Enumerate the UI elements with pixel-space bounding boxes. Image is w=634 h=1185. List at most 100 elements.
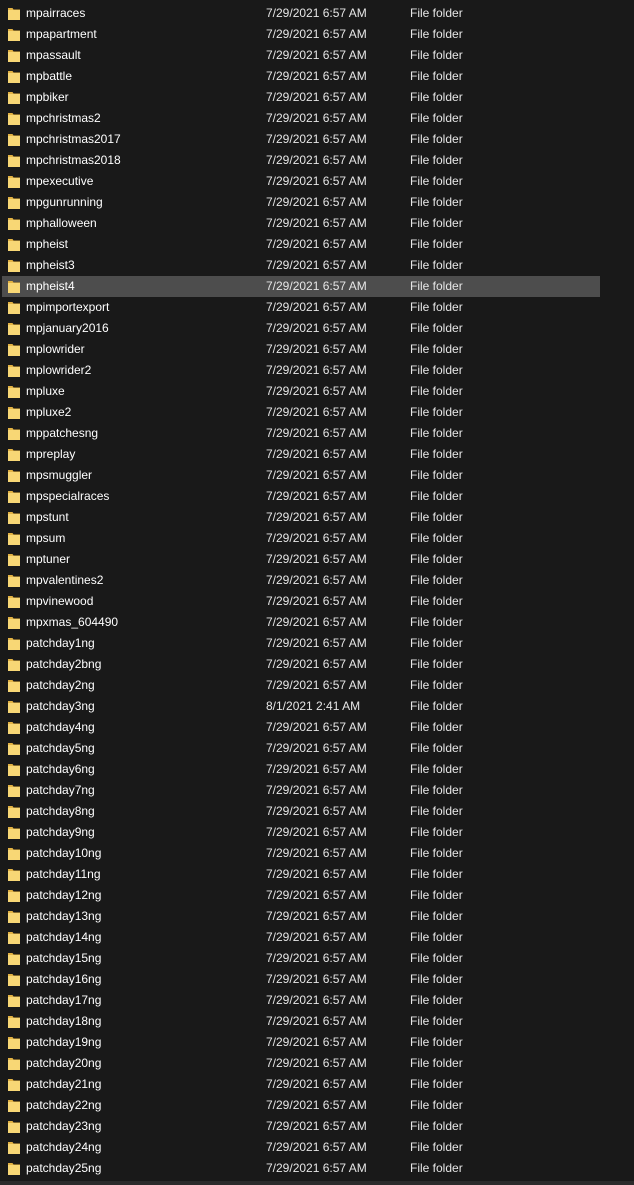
folder-icon — [8, 638, 20, 650]
file-row[interactable]: patchday19ng 7/29/2021 6:57 AM File fold… — [0, 1032, 634, 1053]
file-row[interactable]: mpapartment 7/29/2021 6:57 AM File folde… — [0, 24, 634, 45]
file-row[interactable]: mplowrider 7/29/2021 6:57 AM File folder — [0, 339, 634, 360]
folder-icon — [8, 1016, 20, 1028]
folder-icon — [8, 932, 20, 944]
folder-icon — [8, 1100, 20, 1112]
file-name: mpheist3 — [26, 258, 75, 272]
file-type: File folder — [410, 132, 463, 146]
file-row[interactable]: patchday25ng 7/29/2021 6:57 AM File fold… — [0, 1158, 634, 1179]
file-row[interactable]: patchday13ng 7/29/2021 6:57 AM File fold… — [0, 906, 634, 927]
file-date-modified: 7/29/2021 6:57 AM — [266, 1056, 367, 1070]
file-row[interactable]: patchday11ng 7/29/2021 6:57 AM File fold… — [0, 864, 634, 885]
file-type: File folder — [410, 1035, 463, 1049]
file-row[interactable]: mpluxe 7/29/2021 6:57 AM File folder — [0, 381, 634, 402]
file-row[interactable]: patchday10ng 7/29/2021 6:57 AM File fold… — [0, 843, 634, 864]
file-row[interactable]: mpspecialraces 7/29/2021 6:57 AM File fo… — [0, 486, 634, 507]
folder-icon — [8, 491, 20, 503]
file-row[interactable]: mpheist3 7/29/2021 6:57 AM File folder — [0, 255, 634, 276]
file-row[interactable]: mpsum 7/29/2021 6:57 AM File folder — [0, 528, 634, 549]
file-row[interactable]: patchday15ng 7/29/2021 6:57 AM File fold… — [0, 948, 634, 969]
file-row[interactable]: patchday7ng 7/29/2021 6:57 AM File folde… — [0, 780, 634, 801]
file-row[interactable]: mpbiker 7/29/2021 6:57 AM File folder — [0, 87, 634, 108]
file-row[interactable]: patchday17ng 7/29/2021 6:57 AM File fold… — [0, 990, 634, 1011]
file-date-modified: 7/29/2021 6:57 AM — [266, 342, 367, 356]
file-row[interactable]: mpvinewood 7/29/2021 6:57 AM File folder — [0, 591, 634, 612]
file-row[interactable]: patchday2ng 7/29/2021 6:57 AM File folde… — [0, 675, 634, 696]
file-row[interactable]: mpchristmas2017 7/29/2021 6:57 AM File f… — [0, 129, 634, 150]
file-row[interactable]: patchday6ng 7/29/2021 6:57 AM File folde… — [0, 759, 634, 780]
file-type: File folder — [410, 468, 463, 482]
file-row[interactable]: patchday1ng 7/29/2021 6:57 AM File folde… — [0, 633, 634, 654]
file-row[interactable]: mpchristmas2 7/29/2021 6:57 AM File fold… — [0, 108, 634, 129]
file-name: mpspecialraces — [26, 489, 110, 503]
file-row[interactable]: mpairraces 7/29/2021 6:57 AM File folder — [0, 3, 634, 24]
file-row[interactable]: mpreplay 7/29/2021 6:57 AM File folder — [0, 444, 634, 465]
file-row[interactable]: mpstunt 7/29/2021 6:57 AM File folder — [0, 507, 634, 528]
file-type: File folder — [410, 657, 463, 671]
file-row[interactable]: mpluxe2 7/29/2021 6:57 AM File folder — [0, 402, 634, 423]
file-row[interactable]: patchday12ng 7/29/2021 6:57 AM File fold… — [0, 885, 634, 906]
file-row[interactable]: mpbattle 7/29/2021 6:57 AM File folder — [0, 66, 634, 87]
file-row[interactable]: mpvalentines2 7/29/2021 6:57 AM File fol… — [0, 570, 634, 591]
file-row[interactable]: mphalloween 7/29/2021 6:57 AM File folde… — [0, 213, 634, 234]
file-type: File folder — [410, 216, 463, 230]
file-row[interactable]: mppatchesng 7/29/2021 6:57 AM File folde… — [0, 423, 634, 444]
file-date-modified: 7/29/2021 6:57 AM — [266, 69, 367, 83]
folder-icon — [8, 659, 20, 671]
folder-icon — [8, 554, 20, 566]
file-type: File folder — [410, 720, 463, 734]
file-row-selected[interactable]: mpheist4 7/29/2021 6:57 AM File folder — [0, 276, 634, 297]
file-row[interactable]: mplowrider2 7/29/2021 6:57 AM File folde… — [0, 360, 634, 381]
folder-icon — [8, 281, 20, 293]
folder-icon — [8, 596, 20, 608]
file-type: File folder — [410, 447, 463, 461]
file-row[interactable]: mpheist 7/29/2021 6:57 AM File folder — [0, 234, 634, 255]
file-date-modified: 7/29/2021 6:57 AM — [266, 153, 367, 167]
file-row[interactable]: patchday21ng 7/29/2021 6:57 AM File fold… — [0, 1074, 634, 1095]
file-type: File folder — [410, 111, 463, 125]
file-row[interactable]: mpchristmas2018 7/29/2021 6:57 AM File f… — [0, 150, 634, 171]
folder-icon — [8, 890, 20, 902]
file-row[interactable]: mpxmas_604490 7/29/2021 6:57 AM File fol… — [0, 612, 634, 633]
file-row[interactable]: patchday22ng 7/29/2021 6:57 AM File fold… — [0, 1095, 634, 1116]
folder-icon — [8, 806, 20, 818]
file-row[interactable]: patchday20ng 7/29/2021 6:57 AM File fold… — [0, 1053, 634, 1074]
file-row[interactable]: patchday24ng 7/29/2021 6:57 AM File fold… — [0, 1137, 634, 1158]
file-date-modified: 7/29/2021 6:57 AM — [266, 6, 367, 20]
file-name: patchday13ng — [26, 909, 102, 923]
file-row[interactable]: patchday4ng 7/29/2021 6:57 AM File folde… — [0, 717, 634, 738]
file-row[interactable]: mpimportexport 7/29/2021 6:57 AM File fo… — [0, 297, 634, 318]
file-type: File folder — [410, 699, 463, 713]
file-row[interactable]: mpexecutive 7/29/2021 6:57 AM File folde… — [0, 171, 634, 192]
file-row[interactable]: patchday23ng 7/29/2021 6:57 AM File fold… — [0, 1116, 634, 1137]
file-row[interactable]: mpjanuary2016 7/29/2021 6:57 AM File fol… — [0, 318, 634, 339]
folder-icon — [8, 785, 20, 797]
folder-icon — [8, 869, 20, 881]
file-date-modified: 7/29/2021 6:57 AM — [266, 27, 367, 41]
file-row[interactable]: patchday8ng 7/29/2021 6:57 AM File folde… — [0, 801, 634, 822]
file-type: File folder — [410, 300, 463, 314]
file-name: patchday10ng — [26, 846, 102, 860]
file-name: mpvinewood — [26, 594, 94, 608]
folder-icon — [8, 197, 20, 209]
file-row[interactable]: mpsmuggler 7/29/2021 6:57 AM File folder — [0, 465, 634, 486]
file-date-modified: 7/29/2021 6:57 AM — [266, 258, 367, 272]
file-name: mpbiker — [26, 90, 69, 104]
file-row[interactable]: patchday5ng 7/29/2021 6:57 AM File folde… — [0, 738, 634, 759]
file-row[interactable]: patchday16ng 7/29/2021 6:57 AM File fold… — [0, 969, 634, 990]
file-row[interactable]: mpgunrunning 7/29/2021 6:57 AM File fold… — [0, 192, 634, 213]
file-row[interactable]: patchday9ng 7/29/2021 6:57 AM File folde… — [0, 822, 634, 843]
file-type: File folder — [410, 552, 463, 566]
file-name: patchday18ng — [26, 1014, 102, 1028]
file-name: patchday2bng — [26, 657, 102, 671]
folder-icon — [8, 260, 20, 272]
file-type: File folder — [410, 636, 463, 650]
file-row[interactable]: patchday3ng 8/1/2021 2:41 AM File folder — [0, 696, 634, 717]
file-row[interactable]: patchday2bng 7/29/2021 6:57 AM File fold… — [0, 654, 634, 675]
file-row[interactable]: patchday14ng 7/29/2021 6:57 AM File fold… — [0, 927, 634, 948]
file-row[interactable]: mptuner 7/29/2021 6:57 AM File folder — [0, 549, 634, 570]
file-date-modified: 7/29/2021 6:57 AM — [266, 111, 367, 125]
file-row[interactable]: patchday18ng 7/29/2021 6:57 AM File fold… — [0, 1011, 634, 1032]
file-name: mpxmas_604490 — [26, 615, 119, 629]
file-row[interactable]: mpassault 7/29/2021 6:57 AM File folder — [0, 45, 634, 66]
